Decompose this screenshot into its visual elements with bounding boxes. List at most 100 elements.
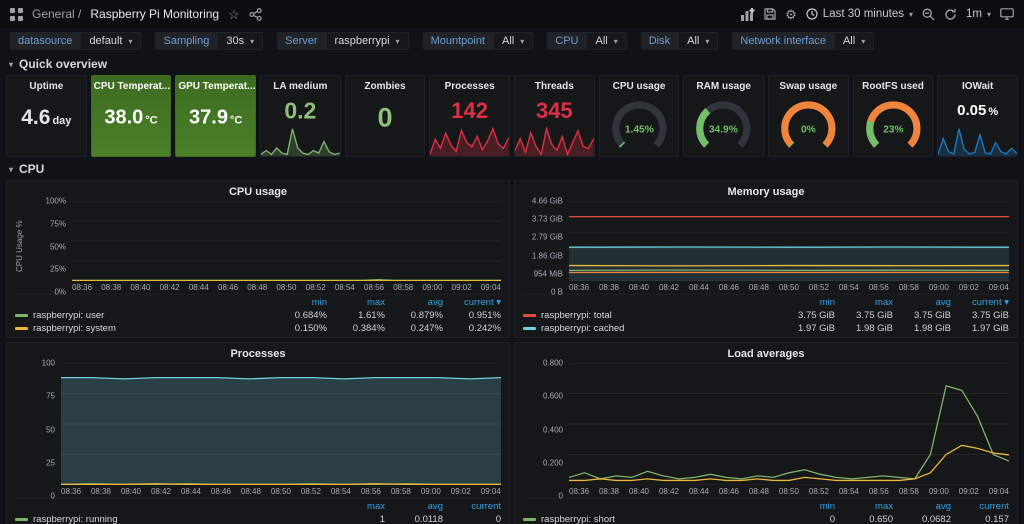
kiosk-mode-icon[interactable] [1000,8,1014,20]
legend-stat-value: 0.384% [327,323,385,334]
variable-value-dropdown[interactable]: 30s▾ [217,32,263,50]
sparkline [430,124,509,156]
legend-series-name: raspberrypi: cached [541,323,624,334]
variable-value-dropdown[interactable]: All▾ [493,32,533,50]
legend-col-avg[interactable]: avg [893,297,951,308]
series-color-icon [523,518,536,521]
legend-col-min[interactable]: min [777,297,835,308]
x-tick-label: 08:46 [218,283,238,292]
legend-col-current[interactable]: current ▾ [443,297,501,308]
stat-panel-title[interactable]: Swap usage [769,76,848,92]
legend-col-max[interactable]: max [327,501,385,512]
stat-panel-title[interactable]: IOWait [938,76,1017,92]
legend-series-toggle[interactable]: raspberrypi: short [523,514,777,524]
variable-current-value: default [89,35,122,47]
variable-value-dropdown[interactable]: All▾ [678,32,718,50]
legend-header: maxavgcurrent [15,500,501,513]
stat-panel-title[interactable]: CPU Temperat... [92,76,171,92]
variable-label: Network interface [732,32,834,50]
stat-panel-title[interactable]: RAM usage [684,76,763,92]
legend-stat-value: 0.242% [443,323,501,334]
legend-col-current[interactable]: current ▾ [951,297,1009,308]
star-icon[interactable]: ☆ [228,8,240,21]
legend-series-name: raspberrypi: system [33,323,116,334]
x-axis: 08:3608:3808:4008:4208:4408:4608:4808:50… [569,281,1009,292]
stat-panel-cpu-temperat: CPU Temperat...38.0°C [91,75,172,157]
dashboard-settings-icon[interactable]: ⚙ [785,8,797,21]
dashboards-grid-icon[interactable] [10,8,23,21]
legend-col-avg[interactable]: avg [385,297,443,308]
legend-series-toggle[interactable]: raspberrypi: running [15,514,327,524]
chevron-down-icon: ▾ [705,37,709,46]
panel-title[interactable]: Memory usage [523,184,1009,201]
svg-text:34.9%: 34.9% [709,124,738,135]
x-tick-label: 08:44 [181,487,201,496]
legend-col-min[interactable]: min [777,501,835,512]
add-panel-icon[interactable] [741,8,755,21]
panel-title[interactable]: CPU usage [15,184,501,201]
x-tick-label: 08:48 [749,283,769,292]
breadcrumb[interactable]: General / [32,7,81,21]
share-icon[interactable] [249,8,262,21]
row-header-cpu[interactable]: ▾ CPU [0,159,1024,178]
y-tick-label: 100 [42,359,55,368]
legend: minmaxavgcurrent ▾raspberrypi: total3.75… [523,294,1009,335]
legend: maxavgcurrentraspberrypi: running10.0118… [15,498,501,524]
stat-panel-title[interactable]: Processes [430,76,509,92]
stat-panel-la-medium: LA medium0.2 [260,75,341,157]
legend-col-min[interactable]: min [269,297,327,308]
cpu-row: CPU usageCPU Usage %100%75%50%25%0%08:36… [0,178,1024,524]
row-header-quick-overview[interactable]: ▾ Quick overview [0,54,1024,73]
y-axis-label: CPU Usage % [15,201,26,292]
stat-panel-title[interactable]: Zombies [346,76,425,92]
x-tick-label: 08:54 [335,283,355,292]
x-axis: 08:3608:3808:4008:4208:4408:4608:4808:50… [569,485,1009,496]
panel-cpu-usage: CPU usageCPU Usage %100%75%50%25%0%08:36… [6,180,510,338]
navbar-right: ⚙ Last 30 minutes ▾ 1m ▾ [741,8,1014,21]
refresh-interval-select[interactable]: 1m ▾ [966,8,991,20]
refresh-icon[interactable] [944,8,957,21]
x-tick-label: 08:56 [869,487,889,496]
variable-value-dropdown[interactable]: All▾ [834,32,874,50]
variable-value-dropdown[interactable]: default▾ [80,32,141,50]
legend-col-max[interactable]: max [835,297,893,308]
legend-col-avg[interactable]: avg [385,501,443,512]
stat-panel-title[interactable]: LA medium [261,76,340,92]
x-tick-label: 08:44 [689,283,709,292]
panel-title[interactable]: Load averages [523,346,1009,363]
legend-col-current[interactable]: current [443,501,501,512]
x-tick-label: 08:48 [749,487,769,496]
refresh-interval-label: 1m [966,8,982,20]
stat-panel-title[interactable]: CPU usage [600,76,679,92]
x-tick-label: 09:04 [481,487,501,496]
zoom-out-icon[interactable] [922,8,935,21]
stat-panel-uptime: Uptime4.6day [6,75,87,157]
variable-value-dropdown[interactable]: raspberrypi▾ [326,32,409,50]
variable-label: Disk [641,32,678,50]
save-dashboard-icon[interactable] [764,8,776,20]
legend-col-max[interactable]: max [327,297,385,308]
legend-col-avg[interactable]: avg [893,501,951,512]
legend-series-toggle[interactable]: raspberrypi: total [523,310,777,321]
stat-panel-title[interactable]: Threads [515,76,594,92]
legend-col-current[interactable]: current [951,501,1009,512]
y-tick-label: 3.73 GiB [532,215,563,224]
x-tick-label: 09:04 [989,487,1009,496]
legend-series-toggle[interactable]: raspberrypi: system [15,323,269,334]
y-tick-label: 25 [46,458,55,467]
legend-stat-value: 0.951% [443,310,501,321]
legend-series-toggle[interactable]: raspberrypi: user [15,310,269,321]
legend-series-toggle[interactable]: raspberrypi: cached [523,323,777,334]
stat-panel-title[interactable]: GPU Temperat... [176,76,255,92]
panel-title[interactable]: Processes [15,346,501,363]
y-tick-label: 25% [50,265,66,274]
stat-panel-title[interactable]: RootFS used [854,76,933,92]
time-range-picker[interactable]: Last 30 minutes ▾ [806,8,913,20]
panel-memory-usage: Memory usage4.66 GiB3.73 GiB2.79 GiB1.86… [514,180,1018,338]
variable-value-dropdown[interactable]: All▾ [586,32,626,50]
legend-col-max[interactable]: max [835,501,893,512]
row-title: CPU [19,162,44,176]
y-tick-label: 0.400 [543,425,563,434]
stat-panel-title[interactable]: Uptime [7,76,86,92]
legend-row: raspberrypi: user0.684%1.61%0.879%0.951% [15,309,501,322]
